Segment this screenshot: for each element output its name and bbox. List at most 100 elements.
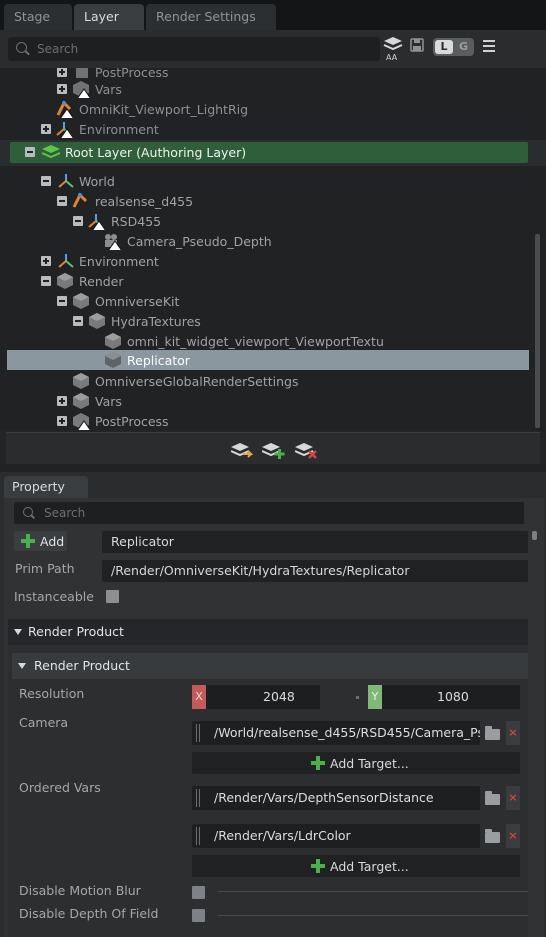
remove-icon[interactable]: × (506, 721, 520, 745)
prim-path-field[interactable]: /Render/OmniverseKit/HydraTextures/Repli… (102, 560, 528, 582)
tab-render-settings[interactable]: Render Settings (146, 4, 276, 30)
x-axis-tag: X (192, 685, 206, 709)
tree-row-realsense[interactable]: realsense_d455 (0, 191, 532, 211)
create-sublayer-icon[interactable] (262, 442, 286, 459)
expand-icon[interactable] (57, 84, 67, 94)
collapse-icon[interactable] (73, 216, 83, 226)
add-button[interactable]: Add (14, 531, 67, 551)
cube-icon (89, 313, 105, 329)
separator-dot (356, 696, 359, 699)
search-icon (23, 507, 33, 517)
subsection-title: Render Product (34, 658, 130, 673)
tree-row-environment-top[interactable]: Environment (0, 119, 536, 139)
render-product-subsection-header[interactable]: Render Product (12, 653, 528, 679)
collapse-arrow-icon (18, 663, 26, 669)
tree-row-postprocess[interactable]: PostProcess (0, 411, 532, 430)
remove-sublayer-icon[interactable] (295, 442, 319, 459)
tab-property[interactable]: Property (4, 476, 88, 498)
cube-icon (73, 373, 89, 389)
save-icon[interactable] (410, 38, 424, 52)
expand-icon[interactable] (57, 68, 67, 77)
auto-authoring-label: AA (386, 53, 398, 62)
instanceable-checkbox[interactable] (106, 590, 119, 603)
add-target-label: Add Target... (330, 756, 409, 771)
xform-icon (88, 214, 105, 230)
disable-motion-blur-checkbox[interactable] (192, 886, 205, 899)
local-global-toggle[interactable]: L G (433, 38, 474, 56)
cube-icon (73, 81, 90, 98)
layer-search-input[interactable]: Search (8, 37, 380, 61)
tree-row-label: HydraTextures (111, 314, 201, 329)
tree-row-camera[interactable]: Camera_Pseudo_Depth (0, 231, 532, 251)
ordered-vars-label: Ordered Vars (19, 780, 101, 795)
menu-icon[interactable] (483, 40, 495, 52)
add-label: Add (40, 534, 65, 549)
property-search-input[interactable]: Search (14, 502, 524, 524)
ordered-vars-add-target-button[interactable]: Add Target... (192, 855, 520, 877)
tab-layer[interactable]: Layer (74, 4, 144, 30)
tree-row-label: Render (79, 274, 124, 289)
collapse-icon[interactable] (41, 276, 51, 286)
toggle-global[interactable]: G (455, 40, 472, 54)
search-placeholder: Search (37, 42, 79, 56)
root-layer-row[interactable]: Root Layer (Authoring Layer) (10, 142, 528, 163)
collapse-icon[interactable] (57, 196, 67, 206)
tree-row-render[interactable]: Render (0, 271, 532, 291)
resolution-x-field[interactable]: X 2048 (192, 685, 320, 709)
plus-icon (311, 859, 325, 873)
layers-icon[interactable] (383, 36, 403, 54)
tree-row-replicator[interactable]: Replicator (7, 350, 529, 370)
expand-icon[interactable] (41, 256, 51, 266)
folder-icon[interactable] (485, 726, 500, 740)
root-layer-label: Root Layer (Authoring Layer) (65, 145, 247, 160)
prim-path-label: Prim Path (15, 561, 75, 576)
folder-icon[interactable] (485, 829, 500, 843)
tree-row-global-render-settings[interactable]: OmniverseGlobalRenderSettings (0, 371, 532, 391)
insert-sublayer-icon[interactable] (231, 442, 253, 459)
folder-icon[interactable] (485, 791, 500, 805)
xform-icon (58, 254, 74, 268)
ordered-var-path: /Render/Vars/LdrColor (214, 828, 351, 843)
drag-handle-icon[interactable] (196, 724, 202, 742)
layer-bottom-toolbar (6, 432, 540, 464)
tree-row-lightrig[interactable]: OmniKit_Viewport_LightRig (0, 99, 536, 119)
search-icon (16, 42, 27, 53)
resolution-y-field[interactable]: Y 1080 (368, 685, 520, 709)
tree-row-vars[interactable]: Vars (0, 391, 532, 411)
expand-icon[interactable] (57, 416, 67, 426)
disable-dof-checkbox[interactable] (192, 909, 205, 922)
render-product-section-header[interactable]: Render Product (8, 619, 528, 645)
collapse-icon[interactable] (57, 296, 67, 306)
property-scrollbar[interactable] (532, 531, 537, 540)
tree-scrollbar[interactable] (535, 234, 540, 428)
tree-row-viewport-texture[interactable]: omni_kit_widget_viewport_ViewportTexture… (0, 331, 532, 351)
tree-row-omniversekit[interactable]: OmniverseKit (0, 291, 532, 311)
remove-icon[interactable]: × (506, 786, 520, 810)
tree-row-vars-top[interactable]: Vars (0, 79, 536, 99)
ordered-var-field[interactable]: /Render/Vars/DepthSensorDistance (192, 786, 480, 810)
drag-handle-icon[interactable] (196, 789, 202, 807)
collapse-icon[interactable] (25, 147, 35, 157)
tree-row-hydratextures[interactable]: HydraTextures (0, 311, 532, 331)
remove-icon[interactable]: × (506, 824, 520, 848)
instanceable-label: Instanceable (14, 589, 94, 604)
tree-row-environment[interactable]: Environment (0, 251, 532, 271)
expand-icon[interactable] (57, 396, 67, 406)
drag-handle-icon[interactable] (196, 827, 202, 845)
xform-icon (58, 174, 74, 188)
camera-add-target-button[interactable]: Add Target... (192, 752, 520, 774)
tree-row-label: OmniverseGlobalRenderSettings (95, 374, 299, 389)
tree-row-world[interactable]: World (0, 171, 532, 191)
ordered-var-field[interactable]: /Render/Vars/LdrColor (192, 824, 480, 848)
toggle-local[interactable]: L (435, 40, 453, 54)
collapse-icon[interactable] (41, 176, 51, 186)
tree-row-rsd455[interactable]: RSD455 (0, 211, 532, 231)
camera-target-field[interactable]: /World/realsense_d455/RSD455/Camera_Pseu (192, 721, 480, 745)
tab-stage[interactable]: Stage (4, 4, 72, 30)
tree-row-label: Vars (95, 82, 122, 97)
collapse-icon[interactable] (73, 316, 83, 326)
rig-icon (72, 192, 88, 208)
camera-icon (105, 234, 121, 250)
prim-name-field[interactable]: Replicator (102, 531, 528, 553)
expand-icon[interactable] (41, 124, 51, 134)
